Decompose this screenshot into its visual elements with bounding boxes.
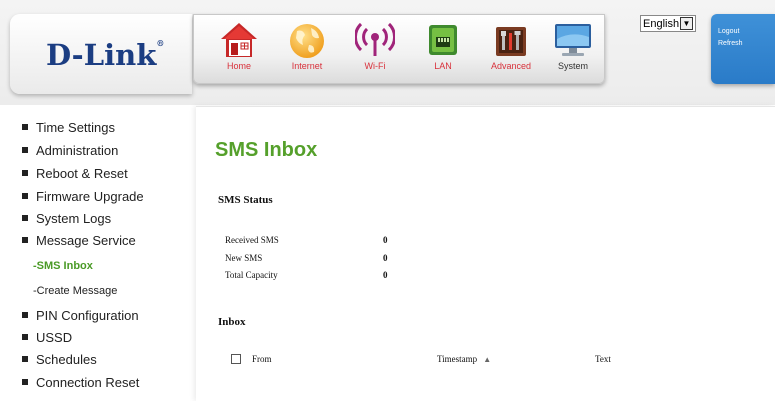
nav-lan-label: LAN bbox=[434, 61, 452, 71]
sidebar-item-label: Schedules bbox=[36, 352, 97, 367]
bullet-icon bbox=[22, 169, 28, 176]
bullet-icon bbox=[22, 214, 28, 221]
sidebar-item-label: USSD bbox=[36, 330, 73, 345]
sidebar-item-label: Message Service bbox=[36, 233, 136, 248]
column-header-timestamp-label: Timestamp bbox=[437, 354, 478, 364]
sidebar-subitem-sms-inbox[interactable]: -SMS Inbox bbox=[33, 260, 93, 272]
dlink-logo[interactable]: D-Link® bbox=[46, 38, 164, 72]
nav-lan[interactable]: LAN bbox=[412, 21, 474, 83]
sort-ascending-icon[interactable]: ▲ bbox=[483, 355, 491, 364]
sidebar-item-pin-configuration[interactable]: PIN Configuration bbox=[22, 308, 139, 323]
sidebar-item-schedules[interactable]: Schedules bbox=[22, 352, 97, 367]
sidebar-item-ussd[interactable]: USSD bbox=[22, 330, 72, 345]
sidebar-item-label: Reboot & Reset bbox=[36, 166, 128, 181]
sidebar-item-label: Firmware Upgrade bbox=[36, 189, 144, 204]
sms-status-heading: SMS Status bbox=[218, 194, 273, 206]
bullet-icon bbox=[22, 192, 28, 199]
nav-system-label: System bbox=[557, 61, 588, 71]
status-label-capacity: Total Capacity bbox=[225, 270, 278, 280]
status-value-capacity: 0 bbox=[383, 270, 388, 280]
bullet-icon bbox=[22, 355, 28, 362]
sidebar-subitem-create-message[interactable]: -Create Message bbox=[33, 285, 117, 297]
bullet-icon bbox=[22, 378, 28, 385]
sidebar-item-label: Administration bbox=[36, 143, 119, 158]
sidebar-item-label: System Logs bbox=[36, 211, 112, 226]
sidebar-item-connection-reset[interactable]: Connection Reset bbox=[22, 375, 139, 390]
sidebar-item-firmware-upgrade[interactable]: Firmware Upgrade bbox=[22, 189, 144, 204]
logo-trademark: ® bbox=[156, 38, 165, 48]
bullet-icon bbox=[22, 146, 28, 153]
status-value-new: 0 bbox=[383, 253, 388, 263]
nav-system[interactable]: System bbox=[542, 21, 604, 83]
wifi-icon bbox=[355, 22, 395, 56]
lan-icon bbox=[429, 25, 457, 55]
select-all-checkbox[interactable] bbox=[231, 354, 241, 364]
bullet-icon bbox=[22, 311, 28, 318]
nav-internet-label: Internet bbox=[291, 61, 323, 71]
chevron-down-icon[interactable]: ▼ bbox=[680, 17, 693, 30]
sidebar-item-label: PIN Configuration bbox=[36, 308, 139, 323]
sidebar-item-system-logs[interactable]: System Logs bbox=[22, 211, 111, 226]
nav-advanced-label: Advanced bbox=[490, 61, 532, 71]
sidebar-item-administration[interactable]: Administration bbox=[22, 143, 118, 158]
account-panel: Logout Refresh bbox=[711, 14, 775, 84]
main-nav: Home Internet Wi-Fi LAN Advanced System bbox=[193, 14, 605, 84]
column-header-from[interactable]: From bbox=[252, 354, 272, 364]
bullet-icon bbox=[22, 333, 28, 340]
status-value-received: 0 bbox=[383, 235, 388, 245]
globe-icon bbox=[290, 24, 324, 58]
language-select[interactable]: English ▼ bbox=[640, 15, 696, 32]
home-icon bbox=[221, 23, 257, 57]
logout-link[interactable]: Logout bbox=[718, 28, 739, 35]
monitor-icon bbox=[555, 24, 591, 56]
nav-internet[interactable]: Internet bbox=[276, 21, 338, 83]
sidebar-item-reboot-reset[interactable]: Reboot & Reset bbox=[22, 166, 128, 181]
nav-home-label: Home bbox=[226, 61, 251, 71]
sidebar-item-label: Time Settings bbox=[36, 120, 115, 135]
logo-text: D-Link bbox=[46, 38, 157, 72]
bullet-icon bbox=[22, 236, 28, 243]
logo-panel: D-Link® bbox=[10, 14, 192, 94]
refresh-link[interactable]: Refresh bbox=[718, 40, 743, 47]
bullet-icon bbox=[22, 123, 28, 130]
status-label-received: Received SMS bbox=[225, 235, 279, 245]
status-label-new: New SMS bbox=[225, 253, 263, 263]
column-header-text[interactable]: Text bbox=[595, 354, 611, 364]
inbox-heading: Inbox bbox=[218, 316, 246, 328]
sidebar-item-message-service[interactable]: Message Service bbox=[22, 233, 136, 248]
language-selected-value: English bbox=[643, 17, 680, 30]
sidebar-item-label: Connection Reset bbox=[36, 375, 140, 390]
page-title: SMS Inbox bbox=[215, 139, 318, 161]
column-header-timestamp[interactable]: Timestamp ▲ bbox=[437, 354, 491, 364]
nav-home[interactable]: Home bbox=[208, 21, 270, 83]
nav-advanced[interactable]: Advanced bbox=[480, 21, 542, 83]
sidebar-item-time-settings[interactable]: Time Settings bbox=[22, 120, 115, 135]
toolbox-icon bbox=[496, 27, 526, 56]
nav-wifi-label: Wi-Fi bbox=[364, 61, 386, 71]
nav-wifi[interactable]: Wi-Fi bbox=[344, 21, 406, 83]
